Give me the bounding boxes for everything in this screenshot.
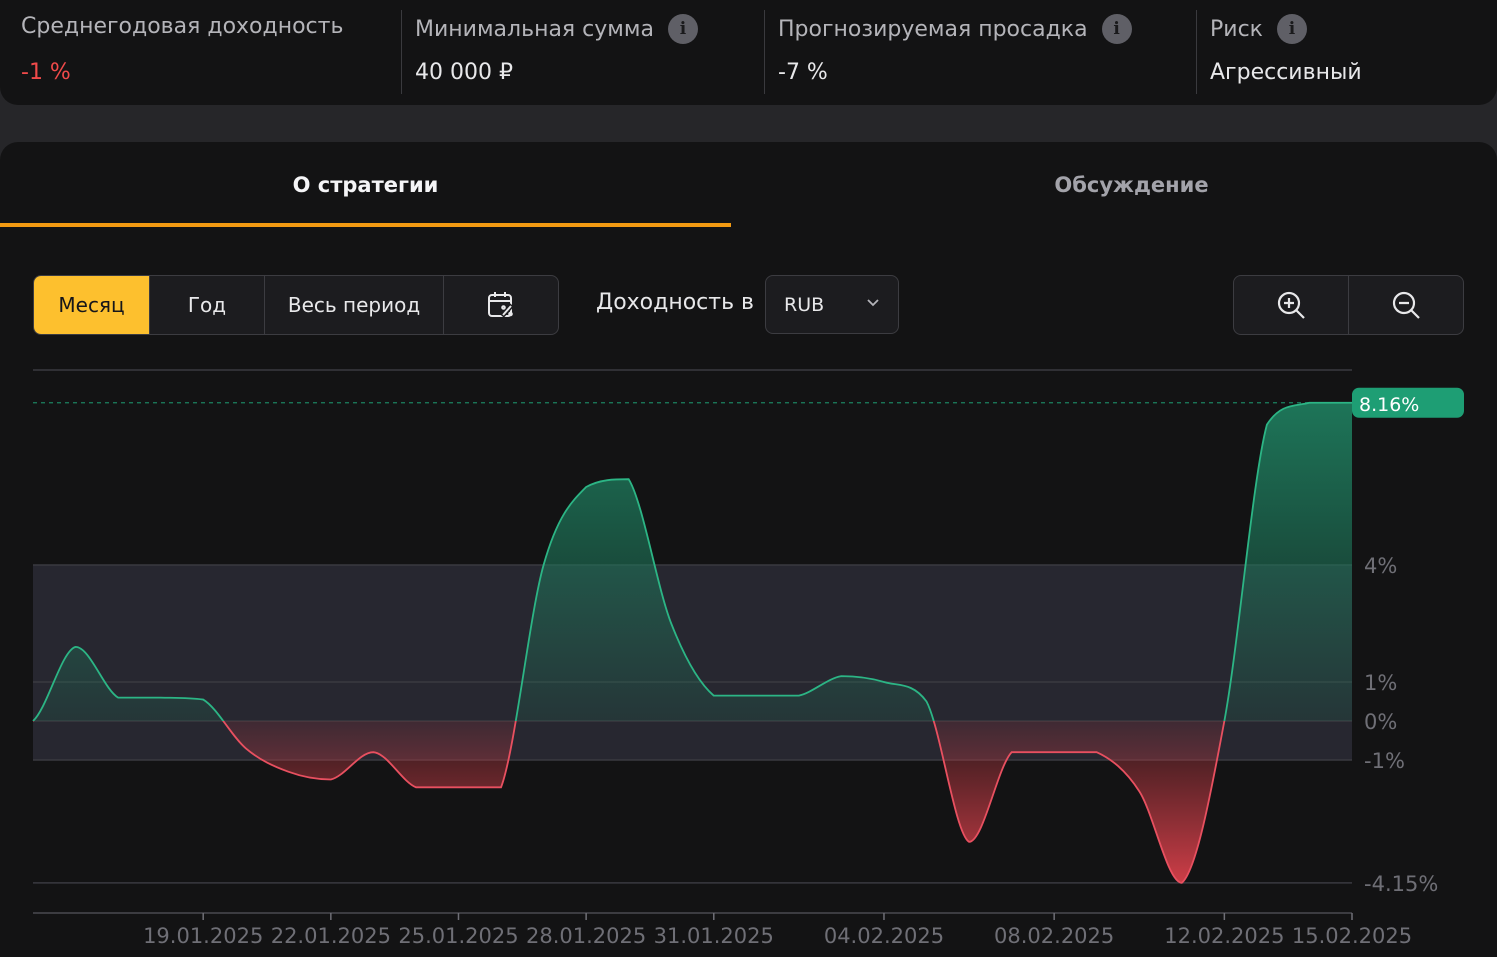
- y-tick-label: 0%: [1364, 710, 1397, 734]
- x-tick-label: 22.01.2025: [271, 924, 391, 948]
- x-tick-label: 04.02.2025: [824, 924, 944, 948]
- x-tick-label: 28.01.2025: [526, 924, 646, 948]
- y-tick-label: -1%: [1364, 749, 1405, 773]
- y-tick-label: 4%: [1364, 554, 1397, 578]
- x-tick-label: 25.01.2025: [398, 924, 518, 948]
- y-tick-label: 1%: [1364, 671, 1397, 695]
- x-tick-label: 15.02.2025: [1292, 924, 1412, 948]
- x-tick-label: 19.01.2025: [143, 924, 263, 948]
- y-tick-label: -4.15%: [1364, 872, 1438, 896]
- x-tick-label: 31.01.2025: [654, 924, 774, 948]
- last-value-label: 8.16%: [1359, 394, 1419, 416]
- x-tick-label: 08.02.2025: [994, 924, 1114, 948]
- returns-chart: 4% 1% 0% -1% -4.15% 8.16% 19.01.2025 22.01.2025…: [32, 369, 1464, 948]
- x-tick-label: 12.02.2025: [1164, 924, 1284, 948]
